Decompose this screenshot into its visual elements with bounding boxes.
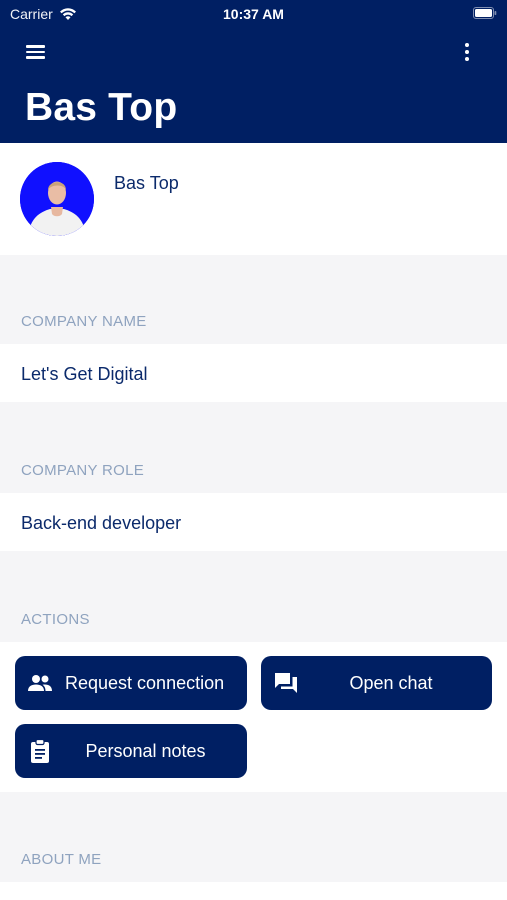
company-name-label: COMPANY NAME (21, 313, 147, 330)
company-role-row: Back-end developer (0, 493, 507, 551)
company-name-value: Let's Get Digital (21, 364, 148, 384)
status-bar: Carrier 10:37 AM (0, 0, 507, 28)
status-time: 10:37 AM (223, 6, 284, 22)
more-vertical-icon-dot (465, 50, 469, 54)
menu-button[interactable] (26, 42, 50, 64)
actions-panel: Request connection Open chat Personal no… (0, 642, 507, 792)
app-header: Carrier 10:37 AM Bas Top (0, 0, 507, 143)
chat-icon (275, 673, 297, 693)
company-role-value: Back-end developer (21, 513, 182, 533)
more-vertical-icon (465, 43, 469, 47)
people-icon (28, 675, 52, 691)
more-vertical-icon-dot (465, 57, 469, 61)
avatar[interactable] (20, 162, 94, 236)
person-photo-icon (20, 162, 94, 236)
more-options-button[interactable] (457, 41, 477, 63)
menu-icon (26, 45, 45, 48)
personal-notes-button[interactable]: Personal notes (15, 724, 247, 778)
about-me-row (0, 882, 507, 900)
company-role-label: COMPANY ROLE (21, 462, 145, 479)
battery-icon (473, 7, 497, 19)
menu-icon-line (26, 56, 45, 59)
company-name-row: Let's Get Digital (0, 344, 507, 402)
request-connection-label: Request connection (65, 672, 225, 693)
request-connection-button[interactable]: Request connection (15, 656, 247, 710)
menu-icon-line (26, 50, 45, 53)
open-chat-button[interactable]: Open chat (261, 656, 492, 710)
about-me-label: ABOUT ME (21, 851, 102, 868)
clipboard-icon (31, 738, 49, 763)
actions-label: ACTIONS (21, 611, 90, 628)
open-chat-label: Open chat (349, 672, 433, 693)
page-title: Bas Top (25, 86, 178, 129)
profile-name: Bas Top (114, 173, 179, 193)
personal-notes-label: Personal notes (85, 740, 206, 761)
profile-header: Bas Top (0, 143, 507, 255)
